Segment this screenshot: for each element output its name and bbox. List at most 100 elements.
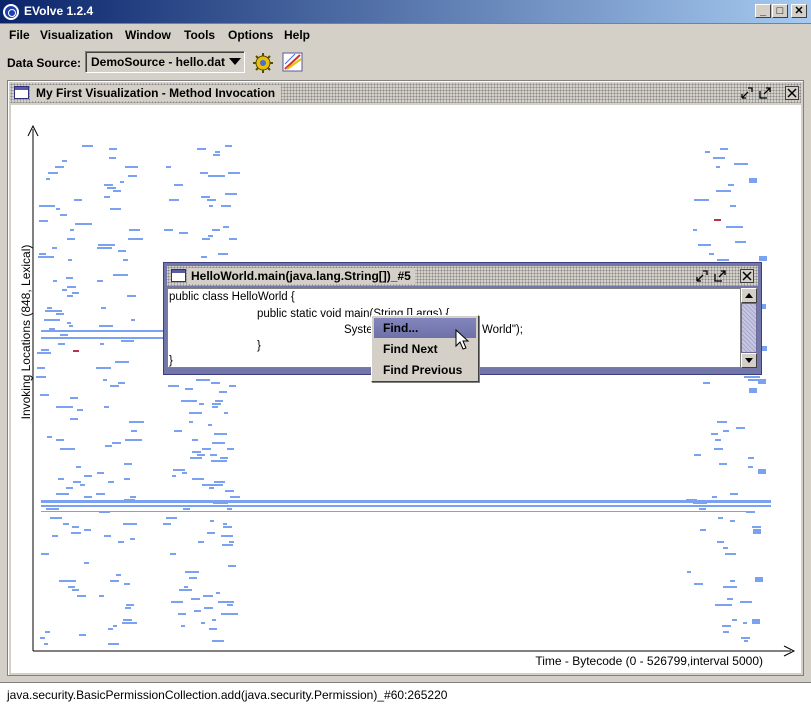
invocation-mark xyxy=(185,571,199,573)
iconify-button[interactable] xyxy=(740,86,754,100)
invocation-mark xyxy=(99,595,104,597)
code-line: Syste xyxy=(344,324,373,336)
invocation-mark xyxy=(109,157,116,159)
invocation-mark xyxy=(108,628,113,630)
invocation-mark xyxy=(744,376,760,378)
invocation-mark xyxy=(47,307,52,309)
invocation-mark xyxy=(46,178,50,180)
iconify-button[interactable] xyxy=(695,269,709,283)
invocation-mark xyxy=(101,307,106,309)
invocation-mark xyxy=(185,388,193,390)
scroll-up-button[interactable] xyxy=(741,288,757,303)
invocation-mark xyxy=(221,535,233,537)
scroll-down-button[interactable] xyxy=(741,353,757,368)
run-visualization-button[interactable] xyxy=(251,50,275,74)
invocation-mark xyxy=(100,343,104,345)
invocation-mark xyxy=(726,226,743,228)
data-source-select[interactable]: DemoSource - hello.dat xyxy=(85,51,245,73)
maximize-frame-button[interactable] xyxy=(758,86,772,100)
menu-tools[interactable]: Tools xyxy=(184,28,215,42)
invocation-mark xyxy=(209,628,217,630)
data-source-label: Data Source: xyxy=(7,56,82,70)
invocation-mark xyxy=(66,487,73,489)
invocation-mark xyxy=(80,484,85,486)
invocation-mark xyxy=(118,250,126,252)
source-code-titlebar[interactable]: HelloWorld.main(java.lang.String[])_#5 xyxy=(167,266,758,286)
menu-options[interactable]: Options xyxy=(228,28,273,42)
invocation-mark xyxy=(45,631,50,633)
close-frame-button[interactable] xyxy=(740,269,754,283)
invocation-mark xyxy=(730,520,735,522)
maximize-frame-button[interactable] xyxy=(713,269,727,283)
invocation-mark xyxy=(73,350,79,352)
invocation-mark xyxy=(227,448,234,450)
invocation-mark xyxy=(41,505,771,507)
invocation-mark xyxy=(718,517,723,519)
invocation-mark xyxy=(723,631,729,633)
chevron-down-icon[interactable] xyxy=(229,58,241,65)
invocation-mark xyxy=(197,454,205,456)
invocation-mark xyxy=(127,295,136,297)
invocation-mark xyxy=(169,199,179,201)
invocation-mark xyxy=(40,394,49,396)
frame-window-icon xyxy=(171,269,186,282)
maximize-icon xyxy=(759,87,771,99)
invocation-mark xyxy=(125,607,131,609)
menu-file[interactable]: File xyxy=(9,28,30,42)
invocation-mark xyxy=(221,613,238,615)
menu-help[interactable]: Help xyxy=(284,28,310,42)
plot-area[interactable]: Invoking Locations (848, Lexical) Time -… xyxy=(11,105,801,673)
invocation-mark xyxy=(227,604,233,606)
close-frame-button[interactable] xyxy=(785,86,799,100)
invocation-mark xyxy=(712,496,717,498)
invocation-mark xyxy=(120,181,124,183)
scrollbar-thumb[interactable] xyxy=(741,303,757,353)
invocation-mark xyxy=(71,532,81,534)
invocation-mark xyxy=(47,436,52,438)
invocation-mark xyxy=(115,361,129,363)
invocation-mark xyxy=(716,190,731,192)
minimize-button[interactable]: _ xyxy=(755,4,771,18)
invocation-mark xyxy=(732,619,737,621)
method-invocation-plot[interactable] xyxy=(11,105,801,673)
invocation-mark xyxy=(124,478,130,480)
invocation-mark xyxy=(189,412,202,414)
invocation-mark xyxy=(212,229,220,231)
invocation-mark xyxy=(694,199,709,201)
invocation-mark xyxy=(60,214,67,216)
invocation-mark xyxy=(72,526,79,528)
invocation-mark xyxy=(229,238,237,240)
invocation-mark xyxy=(717,259,729,261)
edit-visualization-button[interactable] xyxy=(281,50,305,74)
close-button[interactable]: ✕ xyxy=(791,4,807,18)
invocation-mark xyxy=(199,403,204,405)
invocation-mark xyxy=(174,184,183,186)
invocation-mark xyxy=(699,508,706,510)
visualization-titlebar[interactable]: My First Visualization - Method Invocati… xyxy=(10,83,801,103)
invocation-mark xyxy=(229,541,234,543)
invocation-mark xyxy=(225,490,234,492)
invocation-mark xyxy=(123,619,132,621)
menu-visualization[interactable]: Visualization xyxy=(40,28,113,42)
invocation-mark xyxy=(170,553,176,555)
invocation-mark xyxy=(211,484,223,486)
invocation-mark xyxy=(203,595,213,597)
invocation-mark xyxy=(223,523,227,525)
invocation-mark xyxy=(192,478,204,480)
vertical-scrollbar[interactable] xyxy=(741,288,757,368)
code-line: } xyxy=(257,340,261,352)
invocation-mark xyxy=(734,163,748,165)
invocation-mark xyxy=(749,178,757,183)
maximize-button[interactable]: □ xyxy=(772,4,788,18)
menu-window[interactable]: Window xyxy=(125,28,171,42)
invocation-mark xyxy=(50,517,62,519)
invocation-mark xyxy=(37,352,51,354)
iconify-icon xyxy=(696,270,708,282)
menu-item-find-previous[interactable]: Find Previous xyxy=(374,360,476,380)
invocation-mark xyxy=(207,532,215,534)
invocation-mark xyxy=(717,421,727,423)
invocation-mark xyxy=(113,190,121,192)
invocation-mark xyxy=(720,148,728,150)
invocation-mark xyxy=(110,208,121,210)
code-line: public class HelloWorld { xyxy=(169,291,295,303)
